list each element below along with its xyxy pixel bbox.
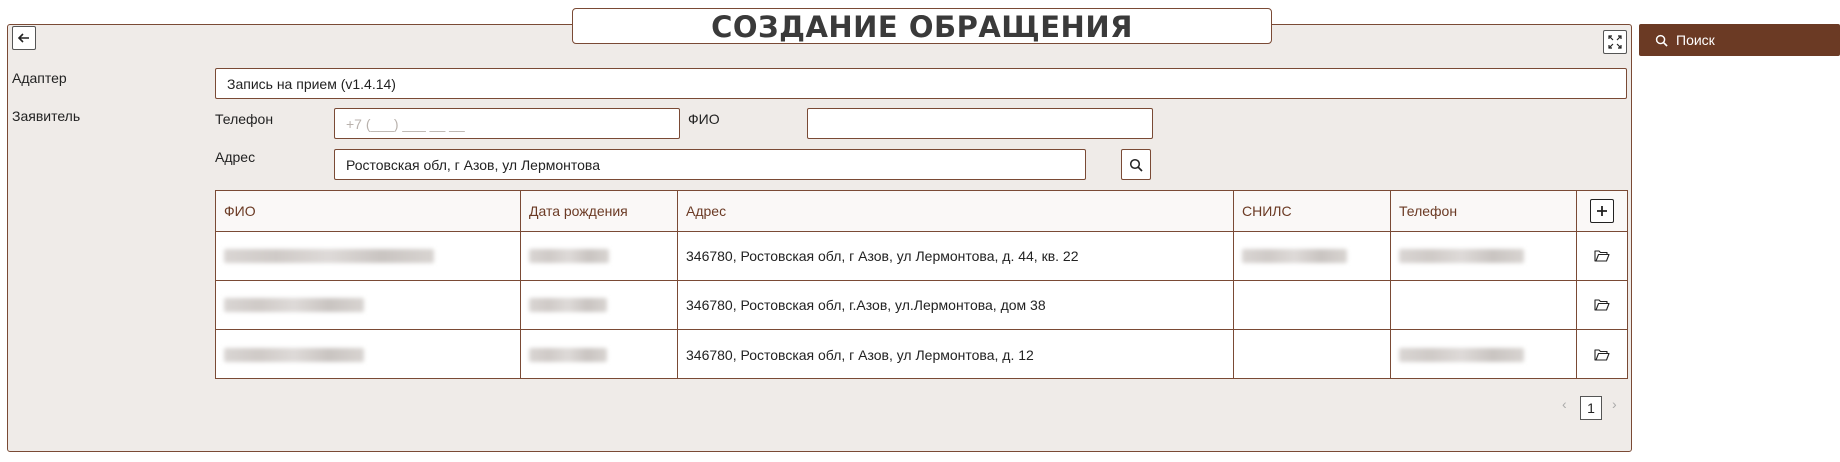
table-row[interactable]: 346780, Ростовская обл, г Азов, ул Лермо… <box>216 232 1627 281</box>
redacted-text <box>1399 249 1524 263</box>
table-header-row: ФИО Дата рождения Адрес СНИЛС Телефон <box>216 191 1627 232</box>
phone-cell <box>1391 232 1577 280</box>
search-button-label: Поиск <box>1676 32 1715 48</box>
back-arrow-icon <box>17 33 29 43</box>
open-record-button[interactable] <box>1577 281 1627 329</box>
folder-open-icon <box>1594 250 1610 262</box>
fio-label: ФИО <box>688 111 720 127</box>
add-column-cell <box>1577 191 1627 231</box>
redacted-text <box>224 249 434 263</box>
redacted-text <box>529 298 607 312</box>
fio-cell <box>216 232 521 280</box>
fullscreen-icon <box>1608 35 1622 49</box>
phone-label: Телефон <box>215 111 274 127</box>
address-search-button[interactable] <box>1121 149 1151 180</box>
redacted-text <box>224 298 364 312</box>
column-header-phone: Телефон <box>1391 191 1577 231</box>
column-header-address: Адрес <box>678 191 1234 231</box>
prev-page-button[interactable]: ‹ <box>1562 396 1567 412</box>
fullscreen-button[interactable] <box>1603 30 1627 54</box>
open-record-button[interactable] <box>1577 232 1627 280</box>
results-table: ФИО Дата рождения Адрес СНИЛС Телефон 34… <box>215 190 1628 379</box>
address-cell: 346780, Ростовская обл, г Азов, ул Лермо… <box>678 232 1234 280</box>
address-cell: 346780, Ростовская обл, г Азов, ул Лермо… <box>678 330 1234 379</box>
phone-input[interactable]: +7 (___) ___ __ __ <box>334 108 680 139</box>
current-page[interactable]: 1 <box>1580 396 1602 420</box>
fio-input[interactable] <box>807 108 1153 139</box>
adapter-label: Адаптер <box>12 70 67 86</box>
page-title-box: СОЗДАНИЕ ОБРАЩЕНИЯ <box>572 8 1272 44</box>
fio-cell <box>216 281 521 329</box>
add-button[interactable] <box>1590 199 1614 223</box>
search-icon <box>1129 158 1143 172</box>
birthdate-cell <box>521 330 678 379</box>
applicant-label: Заявитель <box>12 108 81 124</box>
column-header-snils: СНИЛС <box>1234 191 1391 231</box>
redacted-text <box>529 347 607 362</box>
redacted-text <box>224 347 364 362</box>
open-record-button[interactable] <box>1577 330 1627 379</box>
redacted-text <box>1242 249 1347 263</box>
phone-cell <box>1391 330 1577 379</box>
search-button[interactable]: Поиск <box>1639 24 1840 56</box>
plus-icon <box>1597 206 1607 216</box>
next-page-button[interactable]: › <box>1612 396 1617 412</box>
address-cell: 346780, Ростовская обл, г.Азов, ул.Лермо… <box>678 281 1234 329</box>
table-row[interactable]: 346780, Ростовская обл, г Азов, ул Лермо… <box>216 330 1627 379</box>
adapter-field[interactable]: Запись на прием (v1.4.14) <box>215 68 1627 99</box>
folder-open-icon <box>1594 348 1610 361</box>
snils-cell <box>1234 330 1391 379</box>
redacted-text <box>1399 347 1524 362</box>
search-icon <box>1655 34 1668 47</box>
address-label: Адрес <box>215 149 256 165</box>
folder-open-icon <box>1594 299 1610 311</box>
table-row[interactable]: 346780, Ростовская обл, г.Азов, ул.Лермо… <box>216 281 1627 330</box>
snils-cell <box>1234 232 1391 280</box>
column-header-birthdate: Дата рождения <box>521 191 678 231</box>
fio-cell <box>216 330 521 379</box>
snils-cell <box>1234 281 1391 329</box>
column-header-fio: ФИО <box>216 191 521 231</box>
address-input[interactable]: Ростовская обл, г Азов, ул Лермонтова <box>334 149 1086 180</box>
redacted-text <box>529 249 609 263</box>
back-button[interactable] <box>12 26 36 50</box>
phone-cell <box>1391 281 1577 329</box>
page-title: СОЗДАНИЕ ОБРАЩЕНИЯ <box>711 10 1133 44</box>
birthdate-cell <box>521 232 678 280</box>
birthdate-cell <box>521 281 678 329</box>
